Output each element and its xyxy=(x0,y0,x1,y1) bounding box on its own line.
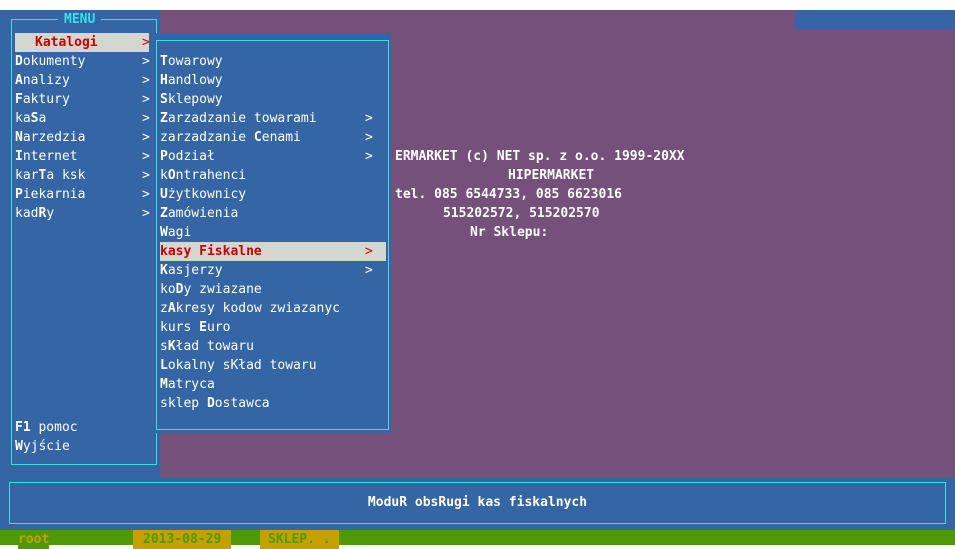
submenu-item-sklepowy[interactable]: Sklepowy xyxy=(160,90,386,109)
submenu-item-towarowy[interactable]: Towarowy xyxy=(160,52,386,71)
chevron-right-icon: > xyxy=(142,149,150,164)
submenu-item-kurs-euro[interactable]: kurs Euro xyxy=(160,318,386,337)
submenu-item-lokalny-sklad[interactable]: Lokalny sKład towaru xyxy=(160,356,386,375)
chevron-right-icon: > xyxy=(365,130,373,145)
top-right-strip xyxy=(795,10,955,30)
store-name: HIPERMARKET xyxy=(508,168,595,183)
chevron-right-icon: > xyxy=(142,187,150,202)
phone-line-2: 515202572, 515202570 xyxy=(443,206,600,221)
status-user: root xyxy=(18,530,50,549)
submenu-item-handlowy[interactable]: Handlowy xyxy=(160,71,386,90)
chevron-right-icon: > xyxy=(142,35,150,50)
submenu-item-kasjerzy[interactable]: Kasjerzy > xyxy=(160,261,386,280)
submenu-item-sklad-towaru[interactable]: sKład towaru xyxy=(160,337,386,356)
menu-item-karta-ksk[interactable]: karTa ksk > xyxy=(15,166,155,185)
chevron-right-icon: > xyxy=(142,111,150,126)
chevron-right-icon: > xyxy=(142,206,150,221)
chevron-right-icon: > xyxy=(142,168,150,183)
chevron-right-icon: > xyxy=(142,73,150,88)
submenu-item-kontrahenci[interactable]: kOntrahenci xyxy=(160,166,386,185)
chevron-right-icon: > xyxy=(142,92,150,107)
submenu-item-wagi[interactable]: Wagi xyxy=(160,223,386,242)
submenu-item-kody-zwiazane[interactable]: koDy zwiazane xyxy=(160,280,386,299)
menu-item-kadry[interactable]: kadRy > xyxy=(15,204,155,223)
submenu-item-zakresy-kodow[interactable]: zAkresy kodow zwiazanyc xyxy=(160,299,386,318)
chevron-right-icon: > xyxy=(365,263,373,278)
submenu-item-matryca[interactable]: Matryca xyxy=(160,375,386,394)
menu-item-narzedzia[interactable]: Narzedzia > xyxy=(15,128,155,147)
exit-item[interactable]: Wyjście xyxy=(15,437,155,456)
chevron-right-icon: > xyxy=(365,149,373,164)
submenu-item-uzytkownicy[interactable]: Użytkownicy xyxy=(160,185,386,204)
status-shop: SKLEP. . xyxy=(260,530,339,549)
chevron-right-icon: > xyxy=(365,111,373,126)
help-item[interactable]: F1 pomoc xyxy=(15,418,155,437)
copyright-line: ERMARKET (c) NET sp. z o.o. 1999-20XX xyxy=(395,149,685,164)
store-number-label: Nr Sklepu: xyxy=(470,225,549,240)
menu-item-faktury[interactable]: Faktury > xyxy=(15,90,155,109)
menu-item-analizy[interactable]: Analizy > xyxy=(15,71,155,90)
menu-item-dokumenty[interactable]: Dokumenty > xyxy=(15,52,155,71)
submenu-item-sklep-dostawca[interactable]: sklep Dostawca xyxy=(160,394,386,413)
status-date: 2013-08-29 xyxy=(133,530,232,549)
module-description: ModuR obsRugi kas fiskalnych xyxy=(367,495,588,510)
chevron-right-icon: > xyxy=(142,54,150,69)
menu-item-katalogi[interactable]: Katalogi > xyxy=(15,33,150,52)
submenu-item-zarzadzanie-towarami[interactable]: Zarzadzanie towarami > xyxy=(160,109,386,128)
submenu-item-podzial[interactable]: Podział > xyxy=(160,147,386,166)
menu-title: MENU xyxy=(58,10,102,29)
menu-item-kasa[interactable]: kaSa > xyxy=(15,109,155,128)
phone-line-1: tel. 085 6544733, 085 6623016 xyxy=(395,187,622,202)
menu-item-internet[interactable]: Internet > xyxy=(15,147,155,166)
main-menu: Katalogi > Dokumenty > Analizy > Faktury > k… xyxy=(15,33,155,223)
menu-footer: F1 pomoc Wyjście xyxy=(15,418,155,456)
submenu-katalogi: Towarowy Handlowy Sklepowy Zarzadzanie t… xyxy=(160,52,386,413)
submenu-item-zamowienia[interactable]: Zamówienia xyxy=(160,204,386,223)
submenu-item-kasy-fiskalne[interactable]: kasy Fiskalne > xyxy=(160,242,386,261)
chevron-right-icon: > xyxy=(365,244,373,259)
chevron-right-icon: > xyxy=(142,130,150,145)
submenu-item-zarzadzanie-cenami[interactable]: zarzadzanie Cenami > xyxy=(160,128,386,147)
menu-item-piekarnia[interactable]: Piekarnia > xyxy=(15,185,155,204)
